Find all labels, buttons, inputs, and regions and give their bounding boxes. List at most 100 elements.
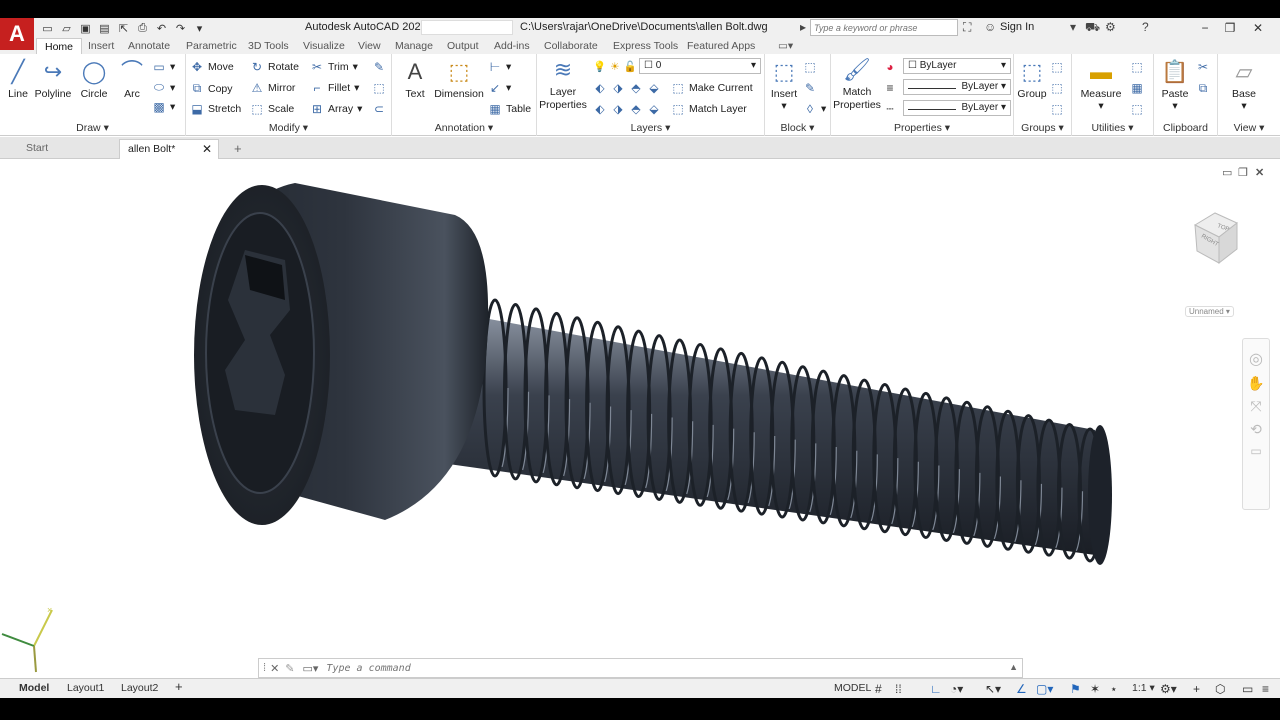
- block-attribute-button[interactable]: ◊ ▾: [803, 102, 826, 116]
- linear-dim-button[interactable]: ⊢ ▾: [488, 60, 512, 74]
- paste-button[interactable]: 📋 Paste ▾: [1158, 58, 1192, 112]
- steering-wheel-icon[interactable]: ◎: [1243, 349, 1269, 369]
- block-panel-title[interactable]: Block ▾: [765, 122, 830, 134]
- base-button[interactable]: ▱ Base ▾: [1226, 58, 1262, 112]
- move-button[interactable]: ✥ Move: [190, 60, 234, 74]
- tab-manage[interactable]: Manage: [395, 40, 433, 52]
- cut-button[interactable]: ✂: [1196, 60, 1210, 74]
- copy-clip-button[interactable]: ⧉: [1196, 81, 1210, 96]
- arc-button[interactable]: ⌒ Arc: [117, 58, 147, 100]
- isodraft-icon[interactable]: ↖▾: [985, 682, 1001, 696]
- command-input[interactable]: [326, 662, 967, 674]
- user-icon[interactable]: ☺: [984, 20, 996, 34]
- modify-panel-title[interactable]: Modify ▾: [186, 122, 391, 134]
- command-close-icon[interactable]: ✕: [270, 662, 279, 675]
- add-icon[interactable]: +: [1193, 682, 1200, 696]
- restore-icon[interactable]: ❐: [1220, 18, 1240, 38]
- viewport-minimize-icon[interactable]: ▭: [1222, 166, 1232, 179]
- group-edit-button[interactable]: ⬚: [1050, 81, 1064, 95]
- customization-icon[interactable]: ≡: [1262, 682, 1269, 696]
- polyline-button[interactable]: ↪ Polyline: [34, 58, 72, 100]
- redo-icon[interactable]: ↷: [173, 21, 188, 35]
- tab-insert[interactable]: Insert: [88, 40, 114, 52]
- save-icon[interactable]: ▣: [78, 21, 93, 35]
- tab-express-tools[interactable]: Express Tools: [613, 40, 678, 52]
- copy-button[interactable]: ⧉ Copy: [190, 81, 233, 96]
- rotate-button[interactable]: ↻ Rotate: [250, 60, 299, 74]
- viewcube[interactable]: TOP RIGHT: [1185, 205, 1245, 265]
- group-button[interactable]: ⬚ Group: [1016, 58, 1048, 100]
- grid-icon[interactable]: #: [875, 682, 882, 696]
- minimize-icon[interactable]: −: [1195, 18, 1215, 38]
- table-button[interactable]: ▦ Table: [488, 102, 531, 116]
- close-icon[interactable]: ✕: [1248, 18, 1268, 38]
- help-icon[interactable]: ?: [1142, 20, 1149, 34]
- layer-dropdown[interactable]: ☐ 0 ▾: [639, 58, 761, 74]
- command-grip-icon[interactable]: ⁞: [263, 662, 266, 674]
- trim-button[interactable]: ✂ Trim ▾: [310, 60, 358, 74]
- annotation-scale-icon[interactable]: ⋆: [1110, 682, 1118, 696]
- clipboard-panel-title[interactable]: Clipboard: [1154, 122, 1217, 134]
- snap-icon[interactable]: ⁞⁞: [895, 682, 902, 696]
- viewport-restore-icon[interactable]: ❐: [1238, 166, 1248, 179]
- model-space-toggle[interactable]: MODEL: [834, 682, 871, 694]
- new-file-icon[interactable]: ▭: [40, 21, 55, 35]
- layout2-tab[interactable]: Layout2: [121, 682, 158, 694]
- stretch-button[interactable]: ⬓ Stretch: [190, 102, 241, 116]
- fillet-button[interactable]: ⌐ Fillet ▾: [310, 81, 359, 95]
- tab-view[interactable]: View: [358, 40, 381, 52]
- scale-button[interactable]: ⬚ Scale: [250, 102, 294, 116]
- annotation-visibility-icon[interactable]: ⚑: [1070, 682, 1081, 696]
- linetype-dropdown[interactable]: ByLayer ▾: [903, 100, 1011, 116]
- properties-panel-title[interactable]: Properties ▾: [831, 122, 1013, 134]
- clean-screen-icon[interactable]: ▭: [1242, 682, 1253, 696]
- search-input[interactable]: [810, 19, 958, 36]
- command-customize-icon[interactable]: ✎: [285, 662, 294, 675]
- utilities-panel-title[interactable]: Utilities ▾: [1072, 122, 1153, 134]
- match-properties-button[interactable]: 🖌 Match Properties: [833, 56, 881, 112]
- array-button[interactable]: ⊞ Array ▾: [310, 102, 362, 116]
- group-select-button[interactable]: ⬚: [1050, 102, 1064, 116]
- tab-output[interactable]: Output: [447, 40, 479, 52]
- measure-button[interactable]: ▬ Measure ▾: [1076, 58, 1126, 112]
- explode-button[interactable]: ⬚: [372, 81, 386, 95]
- polar-icon[interactable]: ◔▾: [950, 682, 963, 696]
- circle-button[interactable]: ◯ Circle: [78, 58, 110, 100]
- tab-annotate[interactable]: Annotate: [128, 40, 170, 52]
- model-layout-tab[interactable]: Model: [19, 682, 49, 694]
- customize-qat-icon[interactable]: ▾: [192, 21, 207, 35]
- sign-in-link[interactable]: Sign In: [1000, 21, 1034, 33]
- pan-icon[interactable]: ✋: [1243, 375, 1269, 392]
- zoom-extents-icon[interactable]: ⤧: [1243, 398, 1269, 415]
- make-current-button[interactable]: ⬚ Make Current: [671, 81, 752, 95]
- sign-in-dropdown-icon[interactable]: ▾: [1070, 20, 1076, 34]
- a360-icon[interactable]: ⚙: [1105, 20, 1116, 34]
- hardware-acceleration-icon[interactable]: ⬡: [1215, 682, 1225, 696]
- start-tab[interactable]: Start: [18, 139, 118, 159]
- calculator-button[interactable]: ▦: [1130, 81, 1144, 95]
- layers-panel-title[interactable]: Layers ▾: [537, 122, 764, 134]
- viewport-close-icon[interactable]: ✕: [1255, 166, 1264, 179]
- view-panel-title[interactable]: View ▾: [1218, 122, 1280, 134]
- draw-panel-title[interactable]: Draw ▾: [0, 122, 185, 134]
- color-dropdown[interactable]: ☐ ByLayer ▾: [903, 58, 1011, 74]
- text-button[interactable]: A Text: [400, 58, 430, 100]
- annotation-scale-value[interactable]: 1:1 ▾: [1132, 682, 1155, 694]
- chevron-right-icon[interactable]: ▸: [800, 20, 806, 34]
- showmotion-icon[interactable]: ▭: [1243, 444, 1269, 458]
- tab-featured-apps[interactable]: Featured Apps: [687, 40, 755, 52]
- layer-state-icons[interactable]: 💡 ☀ 🔓: [593, 60, 637, 74]
- close-tab-icon[interactable]: ✕: [202, 142, 212, 156]
- workspace-gear-icon[interactable]: ⚙▾: [1160, 682, 1177, 696]
- edit-block-button[interactable]: ✎: [803, 81, 817, 95]
- quick-select-button[interactable]: ⬚: [1130, 60, 1144, 74]
- application-menu-button[interactable]: A: [0, 18, 34, 50]
- annotation-panel-title[interactable]: Annotation ▾: [392, 122, 536, 134]
- leader-button[interactable]: ↙ ▾: [488, 81, 511, 95]
- ribbon-toggle-icon[interactable]: ▭▾: [778, 40, 793, 52]
- print-icon[interactable]: ⎙: [135, 21, 150, 35]
- hatch-button[interactable]: ▩ ▾: [152, 100, 175, 114]
- object-snap-tracking-icon[interactable]: ∠: [1016, 682, 1027, 696]
- tab-collaborate[interactable]: Collaborate: [544, 40, 598, 52]
- tab-visualize[interactable]: Visualize: [303, 40, 345, 52]
